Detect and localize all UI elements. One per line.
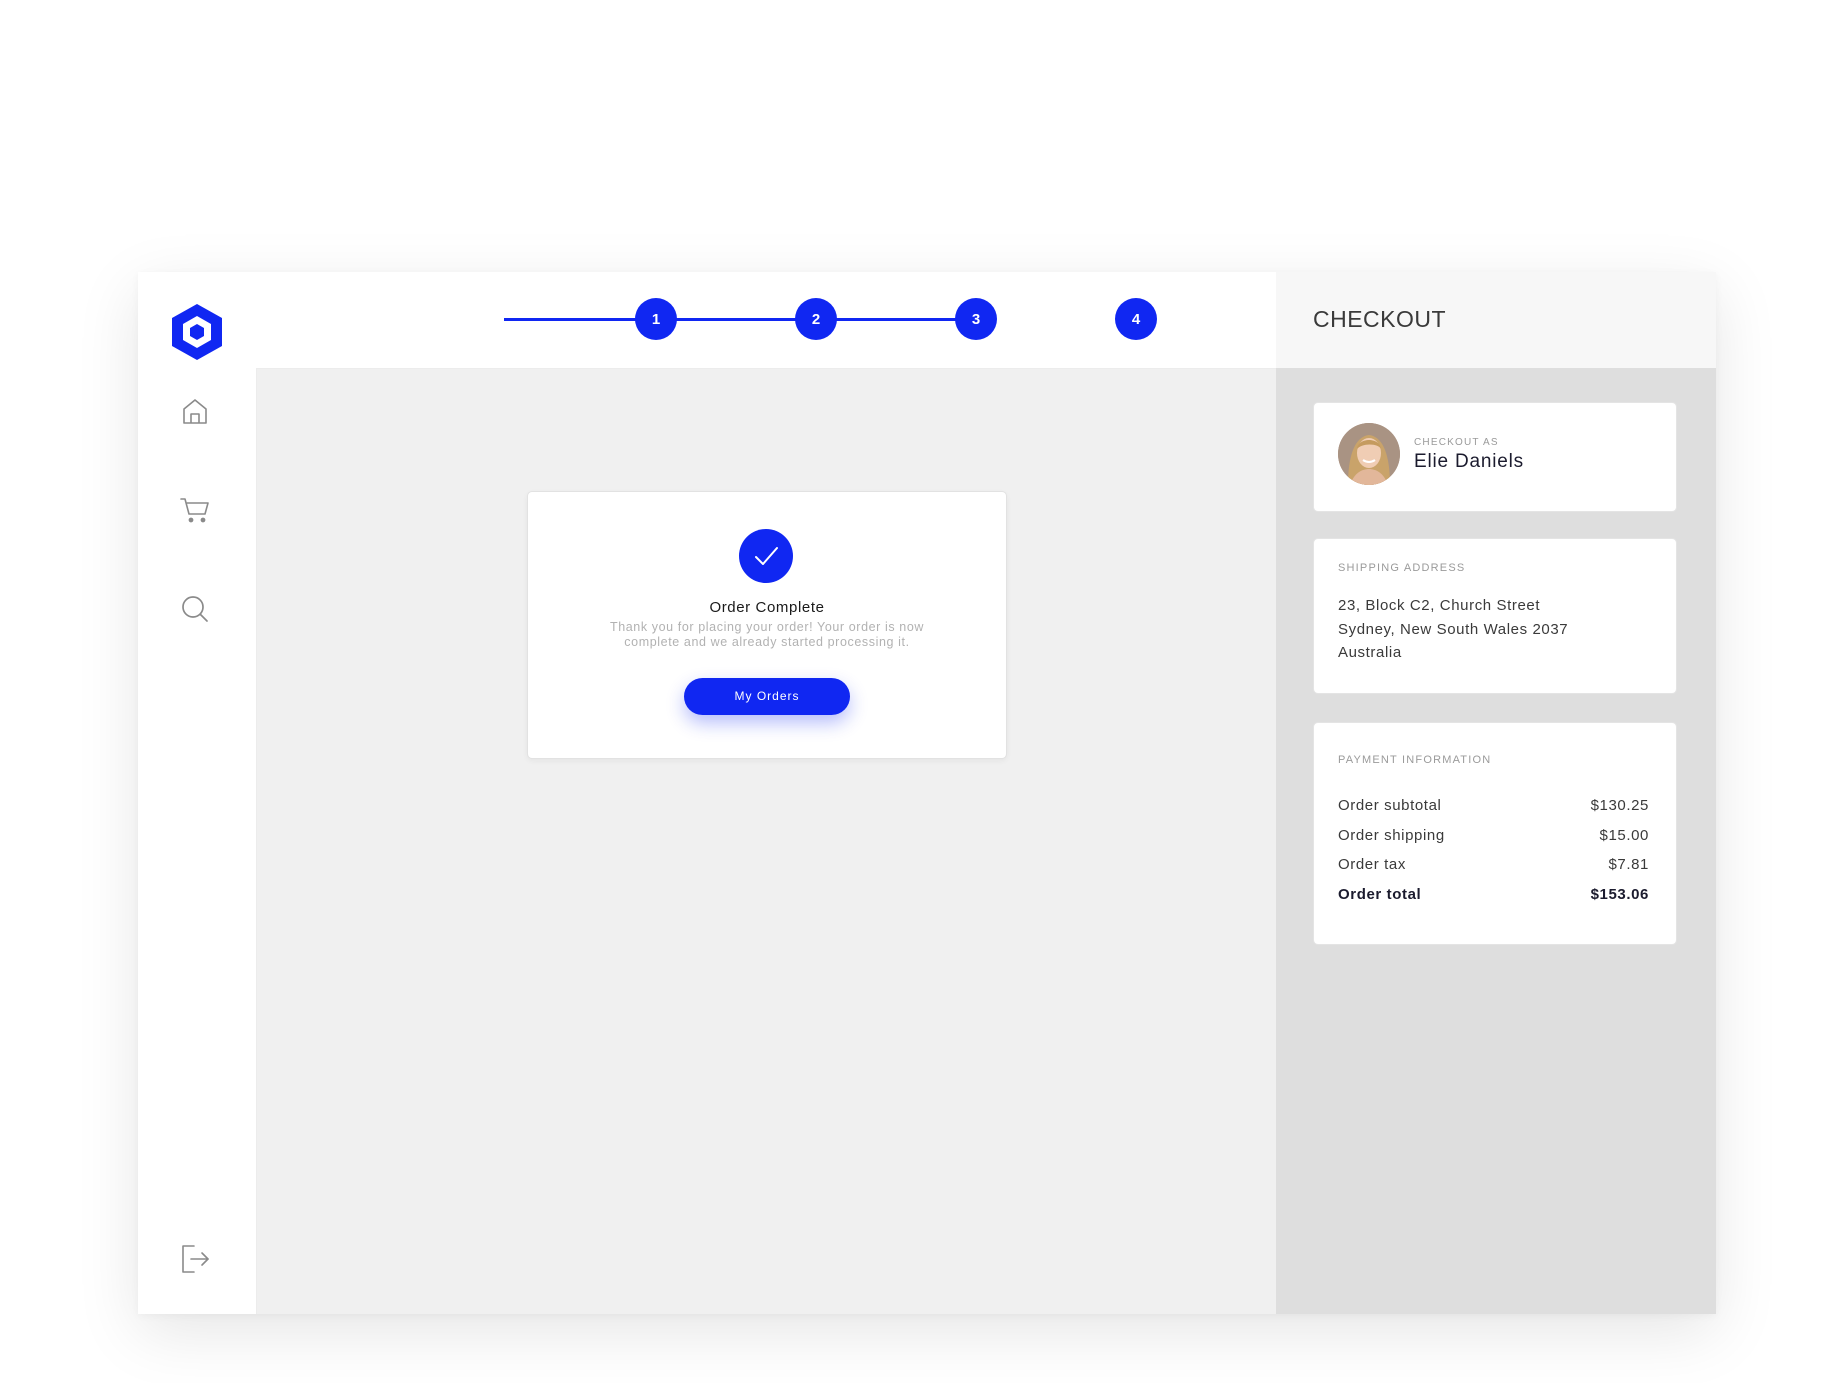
order-complete-message: Thank you for placing your order! Your o… — [609, 620, 925, 649]
avatar — [1338, 423, 1400, 485]
shipping-address: 23, Block C2, Church Street Sydney, New … — [1338, 594, 1568, 665]
checkout-title: CHECKOUT — [1313, 306, 1447, 332]
shipping-address-card: SHIPPING ADDRESS 23, Block C2, Church St… — [1313, 538, 1677, 694]
sidebar — [138, 272, 257, 1314]
address-line: 23, Block C2, Church Street — [1338, 597, 1541, 614]
checkout-as-caption: CHECKOUT AS — [1414, 437, 1499, 448]
order-complete-title: Order Complete — [709, 599, 825, 616]
payment-label: Order shipping — [1338, 826, 1445, 844]
home-icon[interactable] — [178, 394, 212, 428]
my-orders-button[interactable]: My Orders — [684, 678, 850, 715]
payment-value: $153.06 — [1590, 885, 1649, 903]
payment-row-tax: Order tax $7.81 — [1338, 856, 1649, 886]
step-2[interactable]: 2 — [795, 298, 837, 340]
payment-row-total: Order total $153.06 — [1338, 886, 1649, 916]
checkout-header: CHECKOUT — [1276, 272, 1716, 368]
payment-row-shipping: Order shipping $15.00 — [1338, 827, 1649, 857]
payment-label: Order total — [1338, 885, 1422, 903]
payment-value: $7.81 — [1608, 856, 1649, 873]
checkout-panel: CHECKOUT CHECKOUT AS Elie Daniels SHIPPI… — [1276, 272, 1716, 1314]
address-line: Australia — [1338, 644, 1402, 661]
step-4[interactable]: 4 — [1115, 298, 1157, 340]
shipping-address-caption: SHIPPING ADDRESS — [1338, 562, 1466, 574]
payment-row-subtotal: Order subtotal $130.25 — [1338, 797, 1649, 827]
top-bar: 1 2 3 4 — [256, 272, 1276, 369]
search-icon[interactable] — [178, 592, 212, 626]
order-complete-card: Order Complete Thank you for placing you… — [527, 491, 1007, 759]
payment-information-caption: PAYMENT INFORMATION — [1338, 754, 1492, 766]
address-line: Sydney, New South Wales 2037 — [1338, 620, 1569, 638]
checkout-stepper: 1 2 3 4 — [256, 272, 1276, 368]
step-3[interactable]: 3 — [955, 298, 997, 340]
user-name: Elie Daniels — [1414, 451, 1524, 472]
payment-label: Order subtotal — [1338, 797, 1442, 814]
cart-icon[interactable] — [178, 492, 212, 526]
payment-label: Order tax — [1338, 856, 1406, 873]
payment-information-card: PAYMENT INFORMATION Order subtotal $130.… — [1313, 722, 1677, 945]
payment-rows: Order subtotal $130.25 Order shipping $1… — [1338, 797, 1649, 915]
payment-value: $15.00 — [1599, 826, 1649, 844]
logout-icon[interactable] — [178, 1242, 212, 1276]
payment-value: $130.25 — [1590, 797, 1649, 814]
hexagon-logo-icon[interactable] — [170, 302, 224, 362]
checkout-as-card: CHECKOUT AS Elie Daniels — [1313, 402, 1677, 512]
app-window: 1 2 3 4 Order Complete Thank you for pla… — [138, 272, 1716, 1314]
checkmark-icon — [739, 529, 793, 583]
step-1[interactable]: 1 — [635, 298, 677, 340]
